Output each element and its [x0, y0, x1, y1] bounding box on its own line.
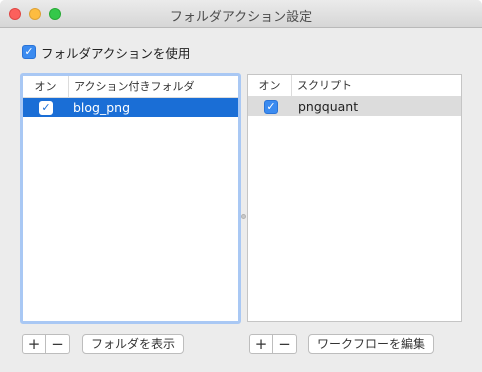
scripts-header-on[interactable]: オン — [248, 75, 292, 96]
scripts-table-header: オン スクリプト — [248, 75, 461, 97]
folders-table[interactable]: オン アクション付きフォルダ ✓ blog_png — [20, 73, 241, 324]
edit-workflow-button[interactable]: ワークフローを編集 — [308, 334, 435, 354]
script-add-remove-group: + − — [249, 334, 297, 354]
script-row[interactable]: ✓ pngquant — [248, 97, 461, 116]
script-row-on-cell: ✓ — [248, 99, 294, 114]
script-enabled-checkbox[interactable]: ✓ — [264, 99, 278, 114]
folder-row-on-cell: ✓ — [23, 100, 69, 115]
folder-enabled-checkbox[interactable]: ✓ — [39, 100, 53, 115]
enable-folder-actions-checkbox[interactable]: ✓ — [22, 45, 36, 59]
enable-folder-actions-row[interactable]: ✓ フォルダアクションを使用 — [22, 43, 190, 62]
enable-folder-actions-label[interactable]: フォルダアクションを使用 — [41, 43, 190, 62]
remove-folder-button[interactable]: − — [46, 334, 70, 354]
add-script-button[interactable]: + — [249, 334, 273, 354]
window-title: フォルダアクション設定 — [169, 10, 313, 25]
folder-row[interactable]: ✓ blog_png — [23, 98, 238, 117]
title-bar[interactable]: フォルダアクション設定 — [0, 0, 482, 28]
add-folder-button[interactable]: + — [22, 334, 46, 354]
folder-actions-window: フォルダアクション設定 ✓ フォルダアクションを使用 オン アクション付きフォル… — [0, 0, 482, 372]
split-view-divider-handle[interactable] — [241, 214, 246, 219]
script-name[interactable]: pngquant — [294, 99, 358, 114]
scripts-table[interactable]: オン スクリプト ✓ pngquant — [247, 74, 462, 322]
folder-name[interactable]: blog_png — [69, 100, 130, 115]
folder-add-remove-group: + − — [22, 334, 70, 354]
folders-table-header: オン アクション付きフォルダ — [23, 76, 238, 98]
scripts-header-name[interactable]: スクリプト — [292, 75, 352, 96]
show-folder-button[interactable]: フォルダを表示 — [82, 334, 185, 354]
folders-header-name[interactable]: アクション付きフォルダ — [69, 76, 194, 97]
remove-script-button[interactable]: − — [273, 334, 297, 354]
folders-header-on[interactable]: オン — [23, 76, 69, 97]
